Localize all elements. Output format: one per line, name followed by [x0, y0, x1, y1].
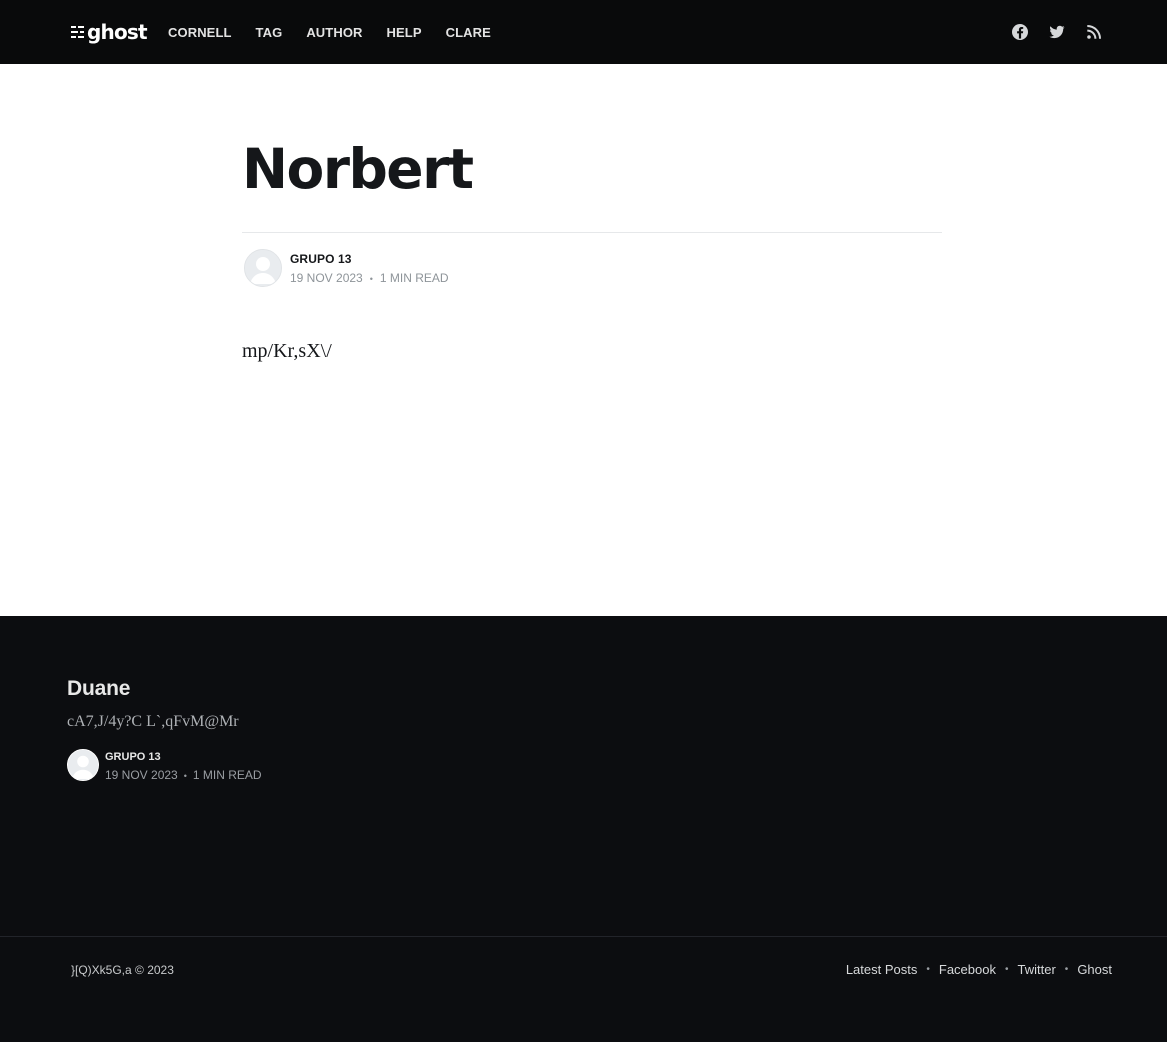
logo-text: ghost: [87, 20, 148, 44]
footer-link-latest-posts[interactable]: Latest Posts: [846, 962, 918, 977]
footer-nav: Latest Posts • Facebook • Twitter • Ghos…: [846, 962, 1112, 977]
post-date: 19 NOV 2023: [290, 271, 363, 285]
title-divider: [242, 232, 942, 233]
nav-item-author[interactable]: AUTHOR: [306, 25, 362, 40]
reading-time: 1 MIN READ: [379, 271, 449, 285]
user-icon: [68, 750, 98, 780]
nav-item-tag[interactable]: TAG: [256, 25, 283, 40]
related-post-excerpt: cA7,J/4y?C L`,qFvM@Mr: [67, 713, 239, 730]
related-post-card[interactable]: Duane cA7,J/4y?C L`,qFvM@Mr GRUPO 13 19 …: [67, 677, 262, 783]
primary-nav: CORNELL TAG AUTHOR HELP CLARE: [168, 0, 515, 64]
site-footer: Duane cA7,J/4y?C L`,qFvM@Mr GRUPO 13 19 …: [0, 616, 1167, 1042]
related-post-date: 19 NOV 2023: [105, 768, 178, 782]
footer-link-separator: •: [1004, 964, 1009, 975]
post-title: Norbert: [242, 137, 474, 201]
author-name-link[interactable]: GRUPO 13: [290, 252, 352, 266]
meta-separator: •: [369, 274, 373, 284]
footer-link-facebook[interactable]: Facebook: [939, 962, 996, 977]
related-post-title[interactable]: Duane: [67, 677, 239, 701]
facebook-icon[interactable]: [1011, 23, 1029, 41]
post-byline: GRUPO 13 19 NOV 2023 • 1 MIN READ: [242, 248, 942, 288]
footer-link-separator: •: [1064, 964, 1069, 975]
related-post-byline: GRUPO 13 19 NOV 2023 • 1 MIN READ: [67, 749, 262, 783]
nav-item-help[interactable]: HELP: [387, 25, 422, 40]
post-content: mp/Kr,sX\/: [242, 340, 332, 363]
twitter-icon[interactable]: [1048, 23, 1066, 41]
meta-separator: •: [183, 771, 187, 781]
footer-link-twitter[interactable]: Twitter: [1018, 962, 1056, 977]
footer-divider: [0, 936, 1167, 937]
related-reading-time: 1 MIN READ: [192, 768, 262, 782]
related-author-avatar[interactable]: [67, 749, 99, 781]
rss-icon[interactable]: [1085, 23, 1103, 41]
footer-link-separator: •: [926, 964, 930, 975]
ghost-logo-icon: [71, 26, 84, 38]
related-post-meta: 19 NOV 2023 • 1 MIN READ: [105, 768, 262, 782]
footer-link-ghost[interactable]: Ghost: [1077, 962, 1112, 977]
post-meta: 19 NOV 2023 • 1 MIN READ: [290, 271, 449, 285]
site-header: ghost CORNELL TAG AUTHOR HELP CLARE: [0, 0, 1167, 64]
post-paragraph: mp/Kr,sX\/: [242, 340, 332, 362]
user-icon: [245, 250, 281, 286]
copyright-text: }[Q)Xk5G,a © 2023: [71, 963, 174, 977]
author-avatar[interactable]: [244, 249, 282, 287]
related-author-name[interactable]: GRUPO 13: [105, 751, 161, 763]
nav-item-cornell[interactable]: CORNELL: [168, 25, 232, 40]
social-links: [1011, 0, 1103, 64]
nav-item-clare[interactable]: CLARE: [446, 25, 491, 40]
site-logo[interactable]: ghost: [71, 18, 148, 46]
